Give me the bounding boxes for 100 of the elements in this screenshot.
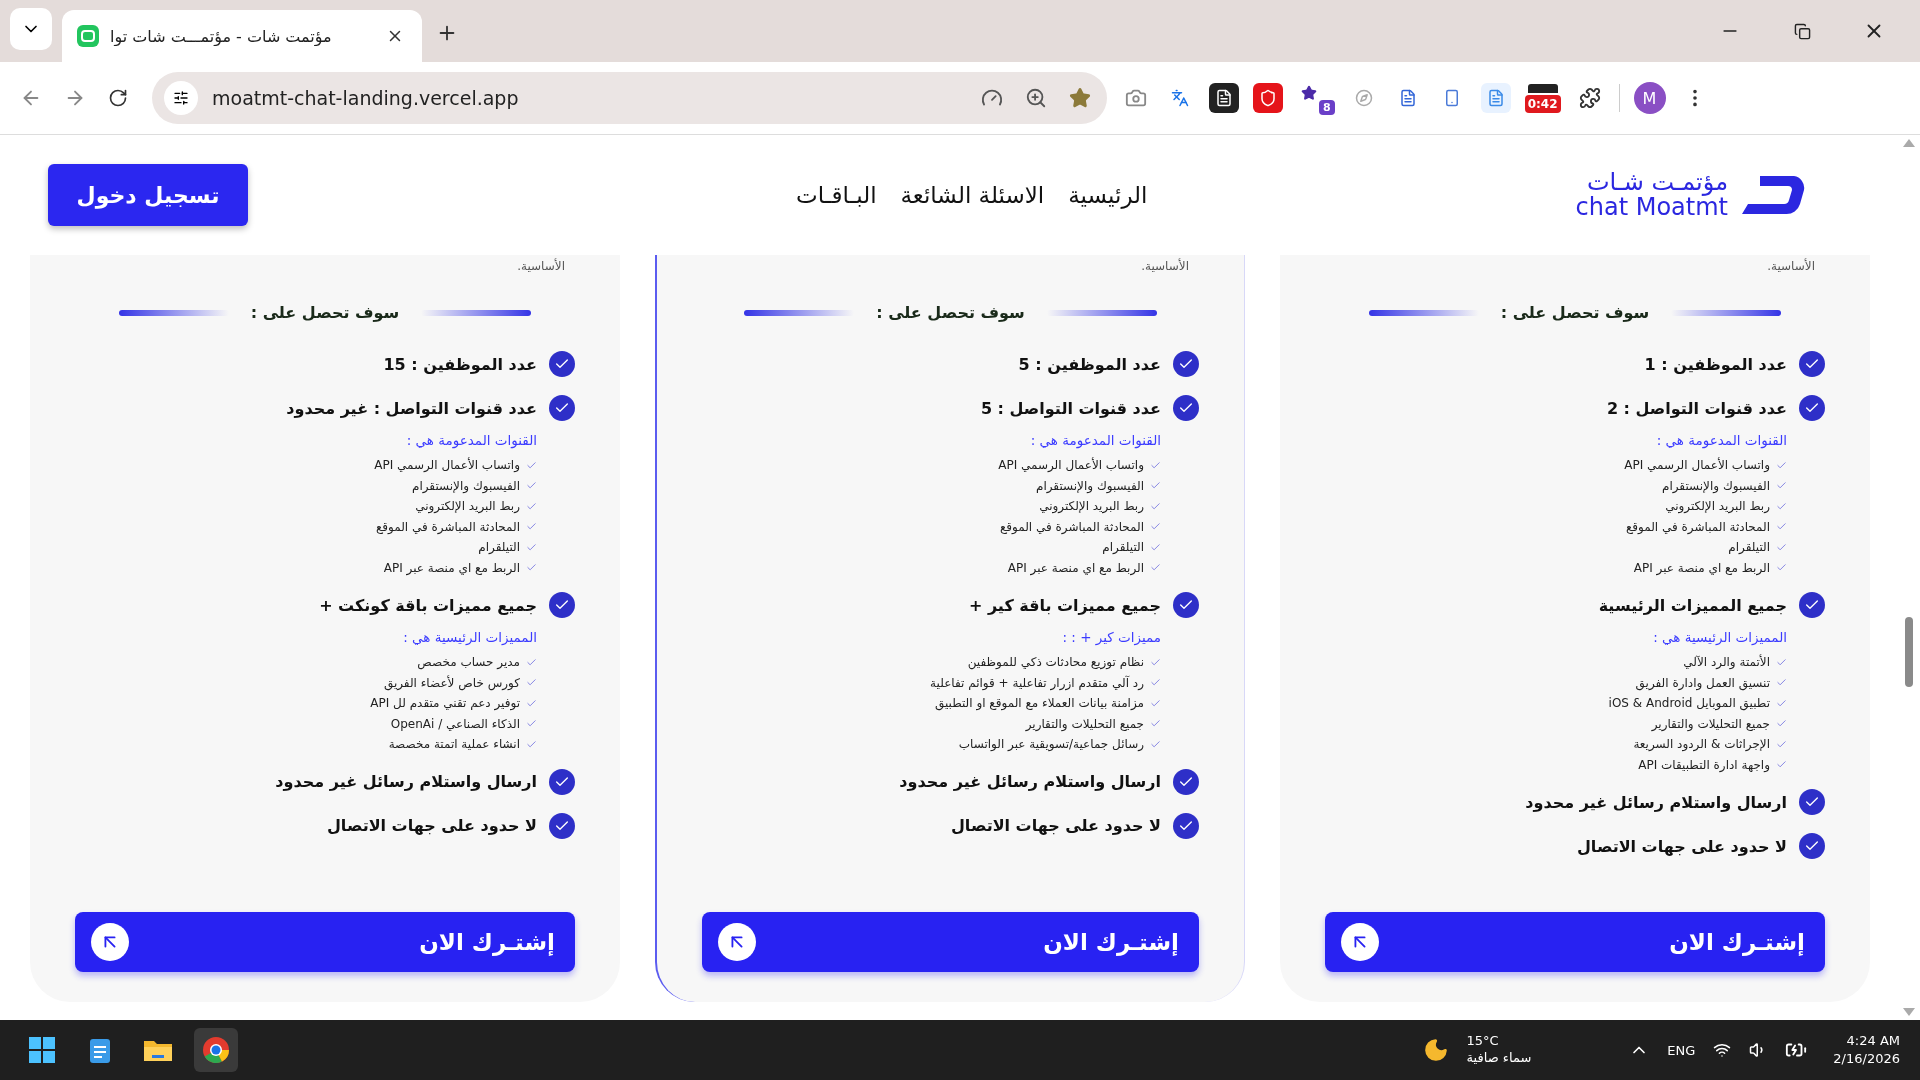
- check-icon: [526, 656, 537, 668]
- list-item-text: مدير حساب مخصص: [417, 654, 520, 672]
- check-icon: [549, 592, 575, 618]
- url-text: moatmt-chat-landing.vercel.app: [212, 87, 520, 109]
- feature-text: جميع مميزات باقة كونكت +: [319, 595, 537, 615]
- list-item-text: جميع التحليلات والتقارير: [1025, 715, 1144, 733]
- check-icon: [1776, 738, 1787, 750]
- feature-text: لا حدود على جهات الاتصال: [1577, 836, 1787, 856]
- list-item-text: ربط البريد الإلكتروني: [1039, 498, 1144, 516]
- list-item-text: المحادثة المباشرة في الموقع: [999, 518, 1144, 536]
- list-item-text: المحادثة المباشرة في الموقع: [375, 518, 520, 536]
- group-title: المميزات الرئيسية هي :: [1652, 629, 1787, 645]
- list-item-text: رد آلي متقدم ازرار تفاعلية + قوائم تفاعلية: [930, 674, 1144, 692]
- check-icon: [1799, 592, 1825, 618]
- check-icon: [1150, 738, 1161, 750]
- subscribe-button[interactable]: إشتـرك الان: [702, 912, 1199, 972]
- chat-icon: [76, 24, 100, 48]
- extension-icon[interactable]: [1209, 83, 1239, 113]
- feature-text: عدد قنوات التواصل : 2: [1606, 398, 1787, 418]
- clock-time[interactable]: 4:24 AM: [1846, 1031, 1900, 1050]
- check-icon: [1799, 833, 1825, 859]
- check-icon: [549, 351, 575, 377]
- subscribe-button[interactable]: إشتـرك الان: [75, 912, 575, 972]
- feature-text: ارسال واستلام رسائل غير محدود: [275, 772, 537, 791]
- feature-text: عدد قنوات التواصل : غير محدود: [286, 398, 537, 418]
- list-item-text: مزامنة بيانات العملاء مع الموقع او التطبيق: [934, 695, 1144, 713]
- language-indicator[interactable]: ENG: [1667, 1042, 1696, 1058]
- list-item-text: رسائل جماعية/تسويقية عبر الواتساب: [958, 736, 1144, 753]
- check-icon: [1150, 541, 1161, 553]
- description-text: الأساسية.: [517, 259, 566, 273]
- check-icon: [1173, 768, 1199, 795]
- check-icon: [526, 500, 537, 512]
- group-title: القنوات المدعومة هي :: [405, 432, 537, 448]
- login-button[interactable]: تسجيل دخول: [48, 164, 248, 226]
- check-icon: [1150, 500, 1161, 512]
- tab-title: مؤتمت شات - مؤتمـــت شات توا: [110, 26, 333, 46]
- check-icon: [526, 738, 537, 750]
- list-item-text: ربط البريد الإلكتروني: [415, 498, 520, 516]
- site-info-icon[interactable]: [164, 81, 198, 115]
- list-item-text: تنسيق العمل وادارة الفريق: [1635, 674, 1770, 692]
- check-icon: [1776, 541, 1787, 553]
- feature-text: عدد الموظفين : 15: [383, 354, 537, 374]
- check-icon: [1173, 592, 1199, 618]
- group-title: القنوات المدعومة هي :: [1655, 432, 1787, 448]
- check-icon: [549, 395, 575, 421]
- profile-avatar[interactable]: M: [1633, 82, 1666, 114]
- group-title: المميزات الرئيسية هي :: [402, 629, 537, 645]
- check-icon: [526, 541, 537, 553]
- list-item-text: الفيسبوك والإنستقرام: [1036, 477, 1144, 495]
- feature-text: ارسال واستلام رسائل غير محدود: [1525, 792, 1787, 812]
- list-item-text: الأتمتة والرد الآلي: [1683, 653, 1770, 671]
- list-item-text: واتساب الأعمال الرسمي API: [1624, 456, 1770, 474]
- list-item-text: الربط مع اي منصة عبر API: [1633, 559, 1770, 577]
- list-item-text: جميع التحليلات والتقارير: [1651, 715, 1770, 733]
- check-icon: [1799, 789, 1825, 815]
- temperature-text: 15°C: [1466, 1033, 1500, 1050]
- check-icon: [1776, 697, 1787, 709]
- check-icon: [1150, 697, 1161, 709]
- subscribe-button[interactable]: إشتـرك الان: [1325, 912, 1825, 972]
- feature-text: عدد الموظفين : 1: [1644, 354, 1787, 374]
- check-icon: [1776, 656, 1787, 668]
- timer-badge: 0:42: [1524, 94, 1561, 113]
- check-icon: [1799, 395, 1825, 421]
- address-bar[interactable]: moatmt-chat-landing.vercel.app: [152, 72, 1107, 124]
- nav-link[interactable]: البـاقـات: [796, 182, 877, 208]
- section-title: سوف تحصل على :: [250, 303, 400, 322]
- clock-date[interactable]: 2/16/2026: [1833, 1050, 1900, 1069]
- list-item-text: التيلقرام: [1728, 539, 1770, 556]
- description-text: الأساسية.: [1767, 259, 1816, 273]
- check-icon: [549, 768, 575, 795]
- check-icon: [1799, 351, 1825, 377]
- list-item-text: واتساب الأعمال الرسمي API: [374, 456, 520, 474]
- list-item-text: الفيسبوك والإنستقرام: [412, 477, 520, 495]
- check-icon: [1150, 459, 1161, 471]
- nav-link[interactable]: الاسئلة الشائعة: [900, 182, 1045, 208]
- list-item-text: الإجراثات & الردود السريعة: [1633, 736, 1770, 754]
- chrome-icon[interactable]: [194, 1028, 238, 1072]
- feature-text: لا حدود على جهات الاتصال: [327, 816, 537, 835]
- wifi-icon[interactable]: [1713, 1041, 1732, 1059]
- scrollbar-thumb[interactable]: [1905, 617, 1913, 687]
- check-icon: [1776, 459, 1787, 471]
- list-item-text: انشاء عملية اتمتة مخصصة: [388, 736, 520, 753]
- list-item-text: التيلقرام: [478, 539, 520, 556]
- list-item-text: الفيسبوك والإنستقرام: [1662, 477, 1770, 495]
- description-text: الأساسية.: [1141, 259, 1190, 273]
- check-icon: [1776, 500, 1787, 512]
- list-item-text: الذكاء الصناعي / OpenAi: [390, 715, 520, 733]
- nav-link[interactable]: الرئيسية: [1068, 182, 1148, 208]
- list-item-text: واجهة ادارة التطبيقات API: [1638, 756, 1770, 774]
- feature-text: عدد قنوات التواصل : 5: [980, 398, 1161, 418]
- list-item-text: توفير دعم تقني متقدم لل API: [370, 695, 520, 713]
- feature-text: لا حدود على جهات الاتصال: [951, 816, 1161, 835]
- extension-icon[interactable]: [1527, 83, 1558, 93]
- browser-tab[interactable]: مؤتمت شات - مؤتمـــت شات توا: [62, 10, 422, 62]
- check-icon: [526, 697, 537, 709]
- section-title: سوف تحصل على :: [1500, 303, 1650, 322]
- check-icon: [1150, 656, 1161, 668]
- list-item-text: واتساب الأعمال الرسمي API: [998, 456, 1144, 474]
- moon-icon: [1422, 1037, 1449, 1063]
- check-icon: [526, 459, 537, 471]
